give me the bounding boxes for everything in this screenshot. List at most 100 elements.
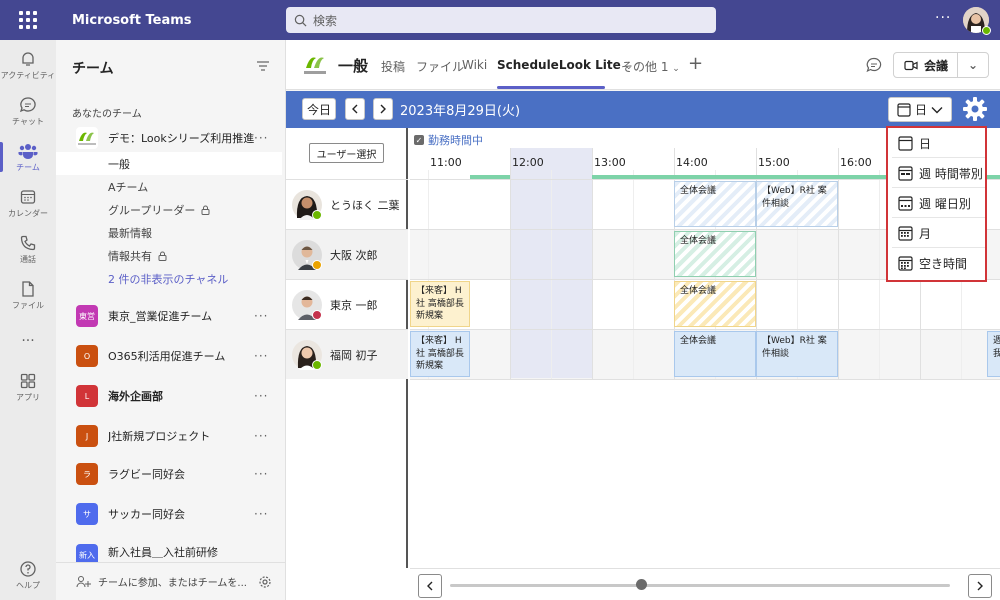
settings-more-button[interactable]: ··· xyxy=(935,10,951,26)
conversation-icon[interactable] xyxy=(866,57,882,73)
rail-calls[interactable]: 通話 xyxy=(0,226,56,272)
meet-dropdown-chevron-icon[interactable]: ⌄ xyxy=(958,58,988,72)
search-input[interactable]: 検索 xyxy=(286,7,716,33)
team-avatar: 新入 xyxy=(76,544,98,562)
today-button[interactable]: 今日 xyxy=(302,98,336,120)
chat-icon xyxy=(19,96,36,112)
tab-files[interactable]: ファイル xyxy=(416,58,464,75)
chevron-right-icon xyxy=(380,104,386,114)
rail-files[interactable]: ファイル xyxy=(0,272,56,318)
view-select[interactable]: 日 xyxy=(888,97,952,122)
app-launcher-button[interactable] xyxy=(0,0,56,40)
gear-icon[interactable] xyxy=(962,96,988,122)
view-option-week-day[interactable]: 週 曜日別 xyxy=(892,189,985,218)
tab-more[interactable]: その他 1 ⌄ xyxy=(621,58,680,75)
tab-schedulelook[interactable]: ScheduleLook Lite ⌄ xyxy=(497,58,632,72)
active-tab-indicator xyxy=(497,86,605,89)
next-day-button[interactable] xyxy=(373,98,393,120)
rail-apps[interactable]: アプリ xyxy=(0,364,56,410)
view-option-day[interactable]: 日 xyxy=(892,129,985,158)
team-avatar: O xyxy=(76,345,98,367)
free-time-view-icon xyxy=(898,256,913,271)
meet-button[interactable]: 会議 ⌄ xyxy=(893,52,989,78)
team-row-new-hire[interactable]: 新入 新入社員＿入社前研修 xyxy=(56,536,286,562)
team-more-button[interactable]: ··· xyxy=(254,349,268,363)
gear-icon[interactable] xyxy=(258,575,272,589)
tab-posts[interactable]: 投稿 xyxy=(381,58,405,75)
user-row[interactable]: 福岡 初子 xyxy=(286,329,408,379)
day-view-icon xyxy=(897,102,911,117)
scroll-left-button[interactable] xyxy=(418,574,442,598)
team-row-tokyo-sales[interactable]: 東営 東京_営業促進チーム ··· xyxy=(56,298,286,334)
team-row-j-project[interactable]: J J社新規プロジェクト ··· xyxy=(56,418,286,454)
view-option-month[interactable]: 月 xyxy=(892,219,985,248)
timeline-slider-thumb[interactable] xyxy=(636,579,647,590)
rail-activity[interactable]: アクティビティ xyxy=(0,42,56,88)
user-row[interactable]: 大阪 次郎 xyxy=(286,229,408,279)
rail-more[interactable]: ··· xyxy=(0,318,56,364)
channel-a-team[interactable]: Aチーム xyxy=(56,175,282,198)
hidden-channels-link[interactable]: 2 件の非表示のチャネル xyxy=(56,267,282,290)
rail-chat[interactable]: チャット xyxy=(0,88,56,134)
rail-calendar[interactable]: カレンダー xyxy=(0,180,56,226)
event-block[interactable]: 週 我 xyxy=(987,331,1000,377)
event-block[interactable]: 全体会議 xyxy=(674,181,756,227)
team-row-o365[interactable]: O O365利活用促進チーム ··· xyxy=(56,338,286,374)
avatar xyxy=(292,289,322,320)
team-more-button[interactable]: ··· xyxy=(254,507,268,521)
team-avatar: サ xyxy=(76,503,98,525)
team-row-overseas[interactable]: L 海外企画部 ··· xyxy=(56,378,286,414)
event-block[interactable]: 【来客】 H社 高橋部長 新規案 xyxy=(410,331,470,377)
team-avatar: L xyxy=(76,385,98,407)
work-hours-checkbox[interactable]: ✓ 勤務時間中 xyxy=(414,132,483,148)
team-row-soccer[interactable]: サ サッカー同好会 ··· xyxy=(56,496,286,532)
hour-label: 12:00 xyxy=(512,156,544,169)
filter-icon[interactable] xyxy=(256,60,270,72)
schedule-toolbar: 今日 2023年8月29日(火) 日 xyxy=(286,91,1000,128)
event-block[interactable]: 【Web】R社 案件相談 xyxy=(756,331,838,377)
team-row-demo[interactable]: デモ：Lookシリーズ利用推進 ··· xyxy=(56,120,286,156)
file-icon xyxy=(22,280,34,297)
add-tab-button[interactable]: + xyxy=(688,53,703,74)
user-select-button[interactable]: ユーザー選択 xyxy=(309,143,384,163)
checkmark-icon: ✓ xyxy=(414,135,424,145)
team-row-rugby[interactable]: ラ ラグビー同好会 ··· xyxy=(56,456,286,492)
day-view-icon xyxy=(898,135,913,151)
team-more-button[interactable]: ··· xyxy=(254,389,268,403)
view-option-free-time[interactable]: 空き時間 xyxy=(892,249,985,278)
join-create-team-button[interactable]: チームに参加、またはチームを... xyxy=(56,562,286,600)
apps-icon xyxy=(20,373,36,388)
teams-panel-title: チーム xyxy=(72,61,114,77)
previous-day-button[interactable] xyxy=(345,98,365,120)
team-avatar: ラ xyxy=(76,463,98,485)
view-option-week-time[interactable]: 週 時間帯別 xyxy=(892,159,985,188)
channel-latest-info[interactable]: 最新情報 xyxy=(56,221,282,244)
teams-panel: チーム あなたのチーム デモ：Lookシリーズ利用推進 ··· 一般 Aチーム … xyxy=(56,40,286,600)
rail-help[interactable]: ヘルプ xyxy=(0,552,56,598)
event-block[interactable]: 【Web】R社 案件相談 xyxy=(756,181,838,227)
event-block[interactable]: 全体会議 xyxy=(674,231,756,277)
user-row[interactable]: とうほく 二葉 xyxy=(286,179,408,229)
event-block[interactable]: 全体会議 xyxy=(674,281,756,327)
hour-label: 16:00 xyxy=(840,156,872,169)
team-more-button[interactable]: ··· xyxy=(254,467,268,481)
teams-icon xyxy=(18,143,38,159)
hour-label: 14:00 xyxy=(676,156,708,169)
rail-teams[interactable]: チーム xyxy=(0,134,56,180)
team-more-button[interactable]: ··· xyxy=(254,429,268,443)
timeline-slider-track[interactable] xyxy=(450,584,950,587)
channel-info-share[interactable]: 情報共有 xyxy=(56,244,282,267)
team-more-button[interactable]: ··· xyxy=(254,309,268,323)
event-block[interactable]: 全体会議 xyxy=(674,331,756,377)
event-block[interactable]: 【来客】 H社 高橋部長 新規案 xyxy=(410,281,470,327)
scroll-right-button[interactable] xyxy=(968,574,992,598)
user-row[interactable]: 東京 一郎 xyxy=(286,279,408,329)
avatar xyxy=(292,339,322,370)
team-more-button[interactable]: ··· xyxy=(254,131,268,145)
month-view-icon xyxy=(898,225,913,241)
tab-wiki[interactable]: Wiki xyxy=(462,58,487,72)
channel-group-leader[interactable]: グループリーダー xyxy=(56,198,282,221)
timeline-scroller xyxy=(410,568,1000,600)
meet-now-button[interactable]: 会議 xyxy=(894,53,958,77)
channel-general[interactable]: 一般 xyxy=(56,152,282,175)
